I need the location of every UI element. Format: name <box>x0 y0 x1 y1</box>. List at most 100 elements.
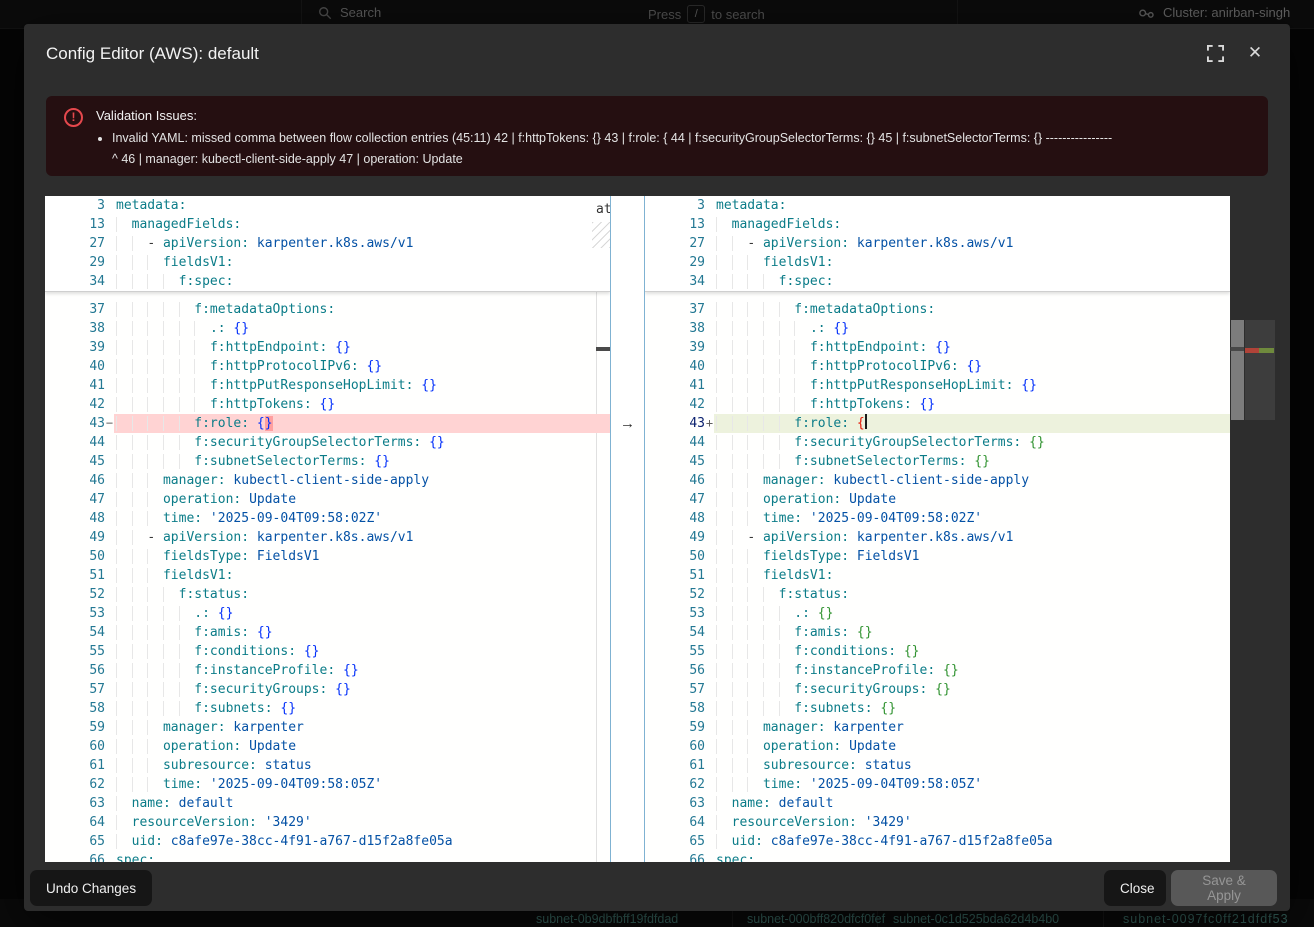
line-number: 42 <box>45 395 105 414</box>
code-line: 38 .: {} <box>45 319 610 338</box>
line-number: 41 <box>45 376 105 395</box>
line-number: 66 <box>645 851 705 862</box>
code-line: 54 f:amis: {} <box>645 623 1230 642</box>
line-number: 34 <box>645 272 705 291</box>
code-line: 47 operation: Update <box>45 490 610 509</box>
code-line: 55 f:conditions: {} <box>45 642 610 661</box>
line-number: 39 <box>645 338 705 357</box>
diff-sign <box>105 338 114 357</box>
line-number: 56 <box>45 661 105 680</box>
undo-changes-button[interactable]: Undo Changes <box>30 870 152 906</box>
line-number: 46 <box>45 471 105 490</box>
line-number: 64 <box>45 813 105 832</box>
validation-title: Validation Issues: <box>96 108 197 123</box>
diff-sign <box>705 319 714 338</box>
code-line: 49 - apiVersion: karpenter.k8s.aws/v1 <box>645 528 1230 547</box>
sticky-scroll-modified[interactable]: 3metadata:13 managedFields:27 - apiVersi… <box>645 196 1230 292</box>
line-number: 27 <box>645 234 705 253</box>
code-line: 29 fieldsV1: <box>645 253 1230 272</box>
code-line: 51 fieldsV1: <box>45 566 610 585</box>
line-number: 64 <box>645 813 705 832</box>
line-number: 47 <box>645 490 705 509</box>
diff-sign <box>105 547 114 566</box>
yaml-diff-editor: 3metadata:13 managedFields:27 - apiVersi… <box>45 196 1275 862</box>
diff-sign <box>105 357 114 376</box>
scrollbar-slider[interactable] <box>1231 320 1244 420</box>
code-line: 63 name: default <box>45 794 610 813</box>
diff-sign <box>105 794 114 813</box>
code-line: 47 operation: Update <box>645 490 1230 509</box>
vertical-scrollbar[interactable] <box>1230 196 1245 862</box>
line-number: 41 <box>645 376 705 395</box>
line-number: 50 <box>45 547 105 566</box>
diff-sign <box>705 490 714 509</box>
line-number: 53 <box>45 604 105 623</box>
diff-sign: + <box>705 414 714 433</box>
diff-sign <box>105 699 114 718</box>
overview-ruler <box>1245 196 1275 862</box>
diff-editor-original[interactable]: 3metadata:13 managedFields:27 - apiVersi… <box>45 196 610 862</box>
code-line: 66spec: <box>45 851 610 862</box>
code-line: 66spec: <box>645 851 1230 862</box>
diff-sign <box>705 357 714 376</box>
line-number: 48 <box>45 509 105 528</box>
code-line: 52 f:status: <box>645 585 1230 604</box>
config-editor-dialog: Config Editor (AWS): default ✕ ! Validat… <box>24 24 1290 911</box>
code-line: 46 manager: kubectl-client-side-apply <box>45 471 610 490</box>
diff-sign <box>705 509 714 528</box>
line-number: 61 <box>45 756 105 775</box>
code-line: 60 operation: Update <box>45 737 610 756</box>
code-line: 61 subresource: status <box>645 756 1230 775</box>
overview-slider-shadow <box>1245 320 1275 420</box>
line-number: 51 <box>45 566 105 585</box>
line-number: 51 <box>645 566 705 585</box>
code-line: 54 f:amis: {} <box>45 623 610 642</box>
code-line: 59 manager: karpenter <box>645 718 1230 737</box>
code-line: 42 f:httpTokens: {} <box>645 395 1230 414</box>
scrollbar-diff-marker <box>596 347 610 351</box>
code-line: 63 name: default <box>645 794 1230 813</box>
code-line: 57 f:securityGroups: {} <box>45 680 610 699</box>
close-icon-button[interactable]: ✕ <box>1245 43 1265 63</box>
sticky-scroll-original[interactable]: 3metadata:13 managedFields:27 - apiVersi… <box>45 196 610 292</box>
code-line: 41 f:httpPutResponseHopLimit: {} <box>45 376 610 395</box>
line-number: 37 <box>645 300 705 319</box>
scrollbar-diff-marker <box>1230 347 1244 351</box>
diff-sign <box>105 585 114 604</box>
diff-sign <box>705 300 714 319</box>
diff-sign <box>705 253 714 272</box>
diff-editor-modified[interactable]: 3metadata:13 managedFields:27 - apiVersi… <box>645 196 1230 862</box>
line-number: 55 <box>645 642 705 661</box>
diff-sign <box>705 528 714 547</box>
dialog-title: Config Editor (AWS): default <box>46 44 259 64</box>
code-line: 51 fieldsV1: <box>645 566 1230 585</box>
line-number: 59 <box>645 718 705 737</box>
diff-sign <box>105 566 114 585</box>
line-number: 44 <box>45 433 105 452</box>
diff-sign <box>105 319 114 338</box>
line-number: 29 <box>645 253 705 272</box>
line-number: 42 <box>645 395 705 414</box>
close-button[interactable]: Close <box>1104 870 1166 906</box>
fullscreen-button[interactable] <box>1205 43 1225 63</box>
diff-sign: − <box>105 414 114 433</box>
line-number: 3 <box>645 196 705 215</box>
code-line: 13 managedFields: <box>45 215 610 234</box>
diff-sign <box>105 433 114 452</box>
code-line: 56 f:instanceProfile: {} <box>645 661 1230 680</box>
line-number: 29 <box>45 253 105 272</box>
diff-sign <box>105 642 114 661</box>
line-number: 40 <box>645 357 705 376</box>
code-line: 43− f:role: {} <box>45 414 610 433</box>
diff-sign <box>705 680 714 699</box>
save-apply-button[interactable]: Save & Apply <box>1171 870 1277 906</box>
line-number: 52 <box>645 585 705 604</box>
line-number: 54 <box>645 623 705 642</box>
line-number: 62 <box>645 775 705 794</box>
line-number: 52 <box>45 585 105 604</box>
revert-change-arrow[interactable]: → <box>611 414 644 433</box>
line-number: 40 <box>45 357 105 376</box>
line-number: 38 <box>45 319 105 338</box>
line-number: 38 <box>645 319 705 338</box>
diff-sign <box>105 253 114 272</box>
